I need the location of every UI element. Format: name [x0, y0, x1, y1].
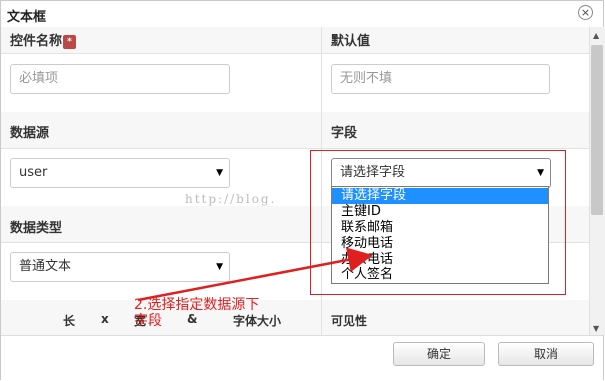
datatype-select[interactable]: 普通文本 ▼	[10, 252, 230, 282]
default-value-input[interactable]: 无则不填	[331, 64, 550, 94]
datasource-label: 数据源	[10, 126, 50, 141]
annotation-text: 2.选择指定数据源下 字段	[134, 297, 259, 329]
datasource-header-row: 数据源 字段	[1, 112, 589, 149]
size-header-row: 长 x 宽 & 字体大小 可见性	[1, 300, 589, 335]
dialog-footer: 确定 取消	[1, 335, 603, 380]
times-label: x	[101, 312, 109, 326]
length-label: 长	[63, 314, 76, 328]
default-header-cell: 默认值	[322, 27, 589, 53]
name-input-row: 必填项 无则不填	[1, 53, 589, 113]
vertical-scrollbar[interactable]: ▲ ▼	[589, 27, 605, 335]
scrollbar-thumb[interactable]	[591, 45, 603, 215]
field-label: 字段	[331, 126, 358, 141]
datasource-value: user	[19, 165, 48, 180]
annotation-line-1: 2.选择指定数据源下	[134, 297, 260, 313]
dialog-title: 文本框	[7, 10, 47, 25]
scroll-down-icon[interactable]: ▼	[593, 324, 599, 333]
visibility-label: 可见性	[331, 314, 368, 328]
caret-down-icon: ▼	[216, 262, 223, 272]
datasource-select[interactable]: user ▼	[10, 158, 230, 188]
default-value-label: 默认值	[331, 34, 371, 49]
name-header-cell: 控件名称 *	[1, 27, 322, 53]
required-icon: *	[63, 34, 77, 49]
watermark-text: http://blog.	[185, 192, 277, 206]
dialog-titlebar: 文本框 ×	[1, 1, 603, 27]
caret-down-icon: ▼	[216, 168, 223, 178]
datatype-label: 数据类型	[10, 221, 63, 236]
highlight-box	[310, 150, 566, 295]
datatype-value: 普通文本	[19, 259, 72, 274]
cancel-button[interactable]: 取消	[498, 342, 594, 366]
annotation-line-2: 字段	[134, 313, 162, 329]
control-name-input[interactable]: 必填项	[10, 64, 230, 94]
scroll-up-icon[interactable]: ▲	[593, 31, 599, 40]
control-name-label: 控件名称	[10, 34, 63, 49]
name-header-row: 控件名称 * 默认值	[1, 27, 589, 54]
ok-button[interactable]: 确定	[393, 342, 485, 366]
close-icon[interactable]: ×	[578, 5, 593, 20]
